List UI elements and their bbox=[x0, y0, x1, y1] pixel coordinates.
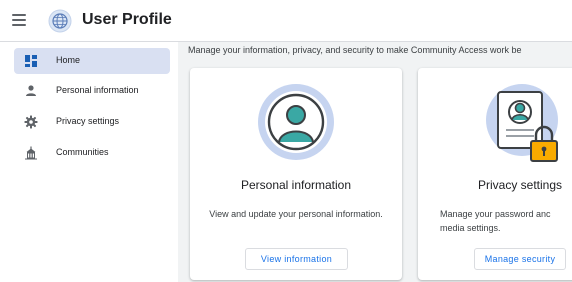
dashboard-icon bbox=[25, 55, 37, 67]
sidebar-item-privacy-settings[interactable]: Privacy settings bbox=[14, 109, 170, 135]
intro-text: Manage your information, privacy, and se… bbox=[188, 45, 522, 55]
sidebar-item-label: Communities bbox=[56, 147, 109, 157]
top-app-bar: User Profile bbox=[0, 0, 572, 42]
sidebar-nav: Home Personal information Privacy settin… bbox=[0, 42, 178, 282]
sidebar-item-home[interactable]: Home bbox=[14, 48, 170, 74]
document-lock-icon bbox=[486, 84, 558, 162]
privacy-settings-card: Privacy settings Manage your password an… bbox=[418, 68, 572, 280]
hamburger-menu-icon[interactable] bbox=[12, 14, 26, 26]
personal-information-card: Personal information View and update you… bbox=[190, 68, 402, 280]
sidebar-item-label: Home bbox=[56, 55, 81, 65]
sidebar-item-personal-information[interactable]: Personal information bbox=[14, 78, 170, 104]
building-icon bbox=[25, 146, 37, 160]
card-title: Privacy settings bbox=[478, 178, 563, 192]
sidebar-item-label: Privacy settings bbox=[56, 116, 120, 126]
card-description: Manage your password anc media settings. bbox=[440, 209, 551, 233]
manage-security-button[interactable]: Manage security bbox=[474, 248, 566, 270]
sidebar-item-communities[interactable]: Communities bbox=[14, 140, 170, 166]
globe-logo-icon bbox=[48, 9, 72, 33]
sidebar-item-label: Personal information bbox=[56, 85, 139, 95]
card-description: View and update your personal informatio… bbox=[209, 209, 383, 219]
view-information-button[interactable]: View information bbox=[245, 248, 348, 270]
person-circle-icon bbox=[258, 84, 334, 160]
person-icon bbox=[26, 85, 36, 96]
gear-icon bbox=[24, 115, 38, 129]
card-title: Personal information bbox=[240, 178, 352, 192]
app-title: User Profile bbox=[82, 11, 172, 28]
